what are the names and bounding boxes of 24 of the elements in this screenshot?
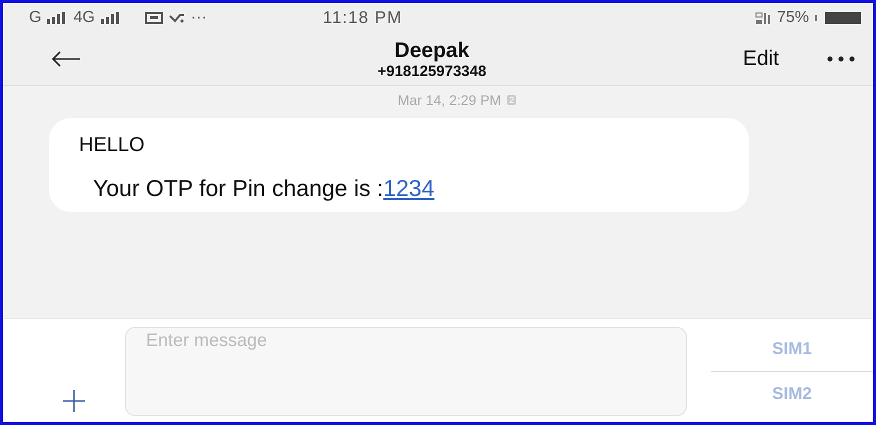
battery-icon <box>815 12 861 24</box>
back-button[interactable] <box>51 51 81 67</box>
lte-signal-icon <box>754 12 771 24</box>
more-notifications: ··· <box>190 9 207 27</box>
signal-icon <box>100 12 121 24</box>
message-text: HELLO <box>79 134 146 157</box>
network-type: 4G <box>73 9 95 27</box>
otp-link[interactable]: 1234 <box>383 175 434 201</box>
status-time: 11:18 PM <box>322 8 402 28</box>
back-arrow-icon <box>51 51 81 67</box>
message-input[interactable]: Enter message <box>125 327 687 416</box>
network-type: G <box>29 9 42 27</box>
message-icon <box>144 12 163 24</box>
contact-name: Deepak <box>394 38 470 62</box>
message-text: Your OTP for Pin change is :1234 <box>93 175 436 202</box>
add-button[interactable] <box>63 390 85 412</box>
edit-button[interactable]: Edit <box>742 47 779 71</box>
battery-percent: 75% <box>776 9 809 27</box>
contact-number: +918125973348 <box>377 62 486 80</box>
share-icon <box>168 12 185 24</box>
more-icon <box>827 56 855 62</box>
plus-icon <box>63 390 85 412</box>
signal-icon <box>47 12 68 24</box>
message-timestamp: Mar 14, 2:29 PM <box>398 92 502 108</box>
